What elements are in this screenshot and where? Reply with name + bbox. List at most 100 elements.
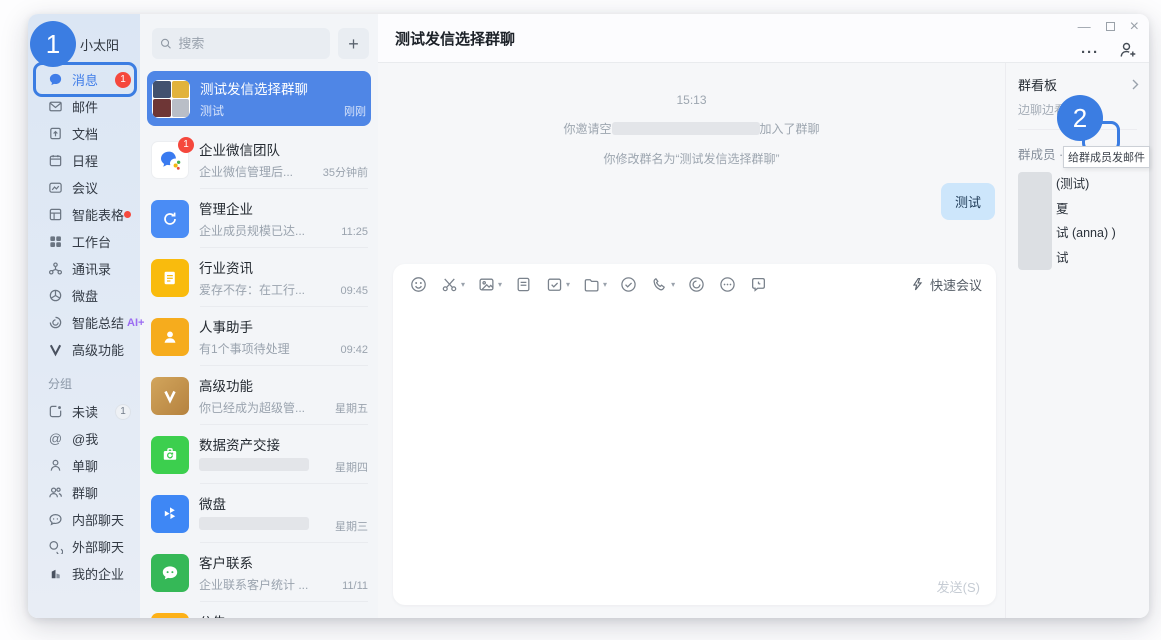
sidebar-item-smart-sheet[interactable]: 智能表格 bbox=[28, 201, 140, 228]
sidebar-item-label: 我的企业 bbox=[72, 564, 124, 583]
lightning-icon bbox=[910, 277, 925, 292]
emoji-button[interactable] bbox=[409, 275, 428, 294]
sidebar-item-advanced[interactable]: 高级功能 bbox=[28, 336, 140, 363]
minimize-button[interactable]: — bbox=[1078, 17, 1091, 37]
todo-button[interactable] bbox=[619, 275, 638, 294]
document-icon bbox=[48, 126, 63, 141]
data-handover-avatar bbox=[151, 436, 189, 474]
groups-section-label: 分组 bbox=[28, 363, 140, 398]
chat-list-item-customer-contact[interactable]: 客户联系 企业联系客户统计 ...11/11 bbox=[140, 543, 378, 602]
sent-message-bubble[interactable]: 测试 bbox=[941, 183, 995, 220]
sidebar-item-docs[interactable]: 文档 bbox=[28, 120, 140, 147]
chat-list-item-industry-news[interactable]: 行业资讯 爱存不存：在工行...09:45 bbox=[140, 248, 378, 307]
image-button[interactable]: ▾ bbox=[477, 275, 502, 294]
sidebar-item-label: @我 bbox=[72, 429, 98, 448]
group-board-row[interactable]: 群看板 bbox=[1018, 75, 1149, 94]
mail-members-tooltip: 给群成员发邮件 bbox=[1063, 146, 1150, 168]
chat-time: 11:25 bbox=[341, 226, 368, 238]
chat-main-area: 15:13 你邀请空加入了群聊 你修改群名为“测试发信选择群聊” 测试 ▾ ▾ … bbox=[378, 63, 1005, 618]
sidebar-item-external-chat[interactable]: 外部聊天 bbox=[28, 533, 140, 560]
chat-preview: 爱存不存：在工行... bbox=[199, 281, 334, 298]
sidebar-item-label: 群聊 bbox=[72, 483, 98, 502]
member-name[interactable]: (测试) bbox=[1056, 172, 1116, 197]
chat-title: 客户联系 bbox=[199, 552, 368, 572]
more-circle-icon bbox=[718, 275, 737, 294]
sidebar-item-label: 未读 bbox=[72, 402, 98, 421]
chat-list-item-manage-company[interactable]: 管理企业 企业成员规模已达...11:25 bbox=[140, 189, 378, 248]
chat-time: 星期五 bbox=[335, 400, 368, 416]
hr-assistant-avatar bbox=[151, 318, 189, 356]
chat-time: 09:42 bbox=[340, 344, 368, 356]
send-button[interactable]: 发送(S) bbox=[937, 577, 980, 596]
sidebar-item-mail[interactable]: 邮件 bbox=[28, 93, 140, 120]
sidebar-item-label: 文档 bbox=[72, 124, 98, 143]
chat-history-button[interactable] bbox=[749, 275, 768, 294]
chat-list-item-selected[interactable]: 测试发信选择群聊 测试刚刚 bbox=[147, 71, 371, 126]
chat-list-item-wecom-team[interactable]: 1 企业微信团队 企业微信管理后...35分钟前 bbox=[140, 130, 378, 189]
sidebar-item-unread[interactable]: 未读 1 bbox=[28, 398, 140, 425]
search-input[interactable] bbox=[178, 36, 322, 51]
at-icon: @ bbox=[48, 431, 63, 446]
sidebar-item-single-chat[interactable]: 单聊 bbox=[28, 452, 140, 479]
chat-title: 管理企业 bbox=[199, 198, 368, 218]
sidebar-item-my-company[interactable]: 我的企业 bbox=[28, 560, 140, 587]
chat-list-panel: + 测试发信选择群聊 测试刚刚 1 企业微信团队 企业微信管理后...35分钟前… bbox=[140, 14, 378, 618]
unread-icon bbox=[48, 404, 63, 419]
manage-company-avatar bbox=[151, 200, 189, 238]
chat-preview: 你已经成为超级管... bbox=[199, 399, 329, 416]
sidebar-item-ai-summary[interactable]: 智能总结 AI+ bbox=[28, 309, 140, 336]
folder-button[interactable]: ▾ bbox=[582, 275, 607, 294]
sidebar-item-meeting[interactable]: 会议 bbox=[28, 174, 140, 201]
sidebar-item-at-me[interactable]: @ @我 bbox=[28, 425, 140, 452]
quick-meeting-button[interactable]: 快速会议 bbox=[910, 275, 982, 294]
chat-list-item-announcement[interactable]: 公告 ss: 你好 bbox=[140, 602, 378, 618]
annotation-box-1 bbox=[33, 62, 137, 97]
maximize-button[interactable] bbox=[1106, 17, 1115, 37]
chat-list-item-drive[interactable]: 微盘 星期三 bbox=[140, 484, 378, 543]
meeting-app-button[interactable] bbox=[687, 275, 706, 294]
chat-preview: 测试 bbox=[200, 102, 338, 119]
chat-header: 测试发信选择群聊 — × ··· bbox=[378, 14, 1149, 63]
industry-news-avatar bbox=[151, 259, 189, 297]
call-button[interactable]: ▾ bbox=[650, 275, 675, 294]
caret-down-icon: ▾ bbox=[603, 280, 607, 289]
close-button[interactable]: × bbox=[1130, 17, 1139, 37]
chat-list-item-advanced-features[interactable]: 高级功能 你已经成为超级管...星期五 bbox=[140, 366, 378, 425]
advanced-features-avatar bbox=[151, 377, 189, 415]
screenshot-button[interactable]: ▾ bbox=[440, 275, 465, 294]
chat-header-title: 测试发信选择群聊 bbox=[395, 28, 515, 49]
chat-list-item-hr-assistant[interactable]: 人事助手 有1个事项待处理09:42 bbox=[140, 307, 378, 366]
sidebar-item-drive[interactable]: 微盘 bbox=[28, 282, 140, 309]
message-input-box[interactable]: ▾ ▾ ▾ ▾ ▾ 快速会议 发送(S) bbox=[393, 264, 996, 605]
chat-more-button[interactable]: ··· bbox=[1081, 44, 1099, 61]
caret-down-icon: ▾ bbox=[461, 280, 465, 289]
group-board-title: 群看板 bbox=[1018, 75, 1132, 94]
redacted-preview bbox=[199, 517, 309, 530]
add-member-button[interactable] bbox=[1119, 41, 1137, 64]
add-chat-button[interactable]: + bbox=[338, 28, 369, 59]
message-timestamp: 15:13 bbox=[378, 93, 1005, 107]
sidebar-item-group-chat[interactable]: 群聊 bbox=[28, 479, 140, 506]
sidebar-item-workbench[interactable]: 工作台 bbox=[28, 228, 140, 255]
sidebar-item-label: 工作台 bbox=[72, 232, 111, 251]
chat-list-item-data-handover[interactable]: 数据资产交接 星期四 bbox=[140, 425, 378, 484]
phone-icon bbox=[650, 275, 669, 294]
schedule-button[interactable]: ▾ bbox=[545, 275, 570, 294]
redacted-preview bbox=[199, 458, 309, 471]
external-chat-icon bbox=[48, 539, 63, 554]
scissors-icon bbox=[440, 275, 459, 294]
search-box[interactable] bbox=[152, 28, 330, 59]
sidebar-item-label: 日程 bbox=[72, 151, 98, 170]
sidebar-item-contacts[interactable]: 通讯录 bbox=[28, 255, 140, 282]
user-name: 小太阳 bbox=[80, 35, 119, 54]
member-name[interactable]: 试 bbox=[1056, 246, 1116, 271]
history-bubble-icon bbox=[749, 275, 768, 294]
sidebar-item-calendar[interactable]: 日程 bbox=[28, 147, 140, 174]
member-name[interactable]: 试 (anna) ) bbox=[1056, 221, 1116, 246]
check-circle-icon bbox=[619, 275, 638, 294]
file-button[interactable] bbox=[514, 275, 533, 294]
member-name[interactable]: 夏 bbox=[1056, 197, 1116, 222]
sidebar-item-internal-chat[interactable]: 内部聊天 bbox=[28, 506, 140, 533]
more-tools-button[interactable] bbox=[718, 275, 737, 294]
caret-down-icon: ▾ bbox=[498, 280, 502, 289]
